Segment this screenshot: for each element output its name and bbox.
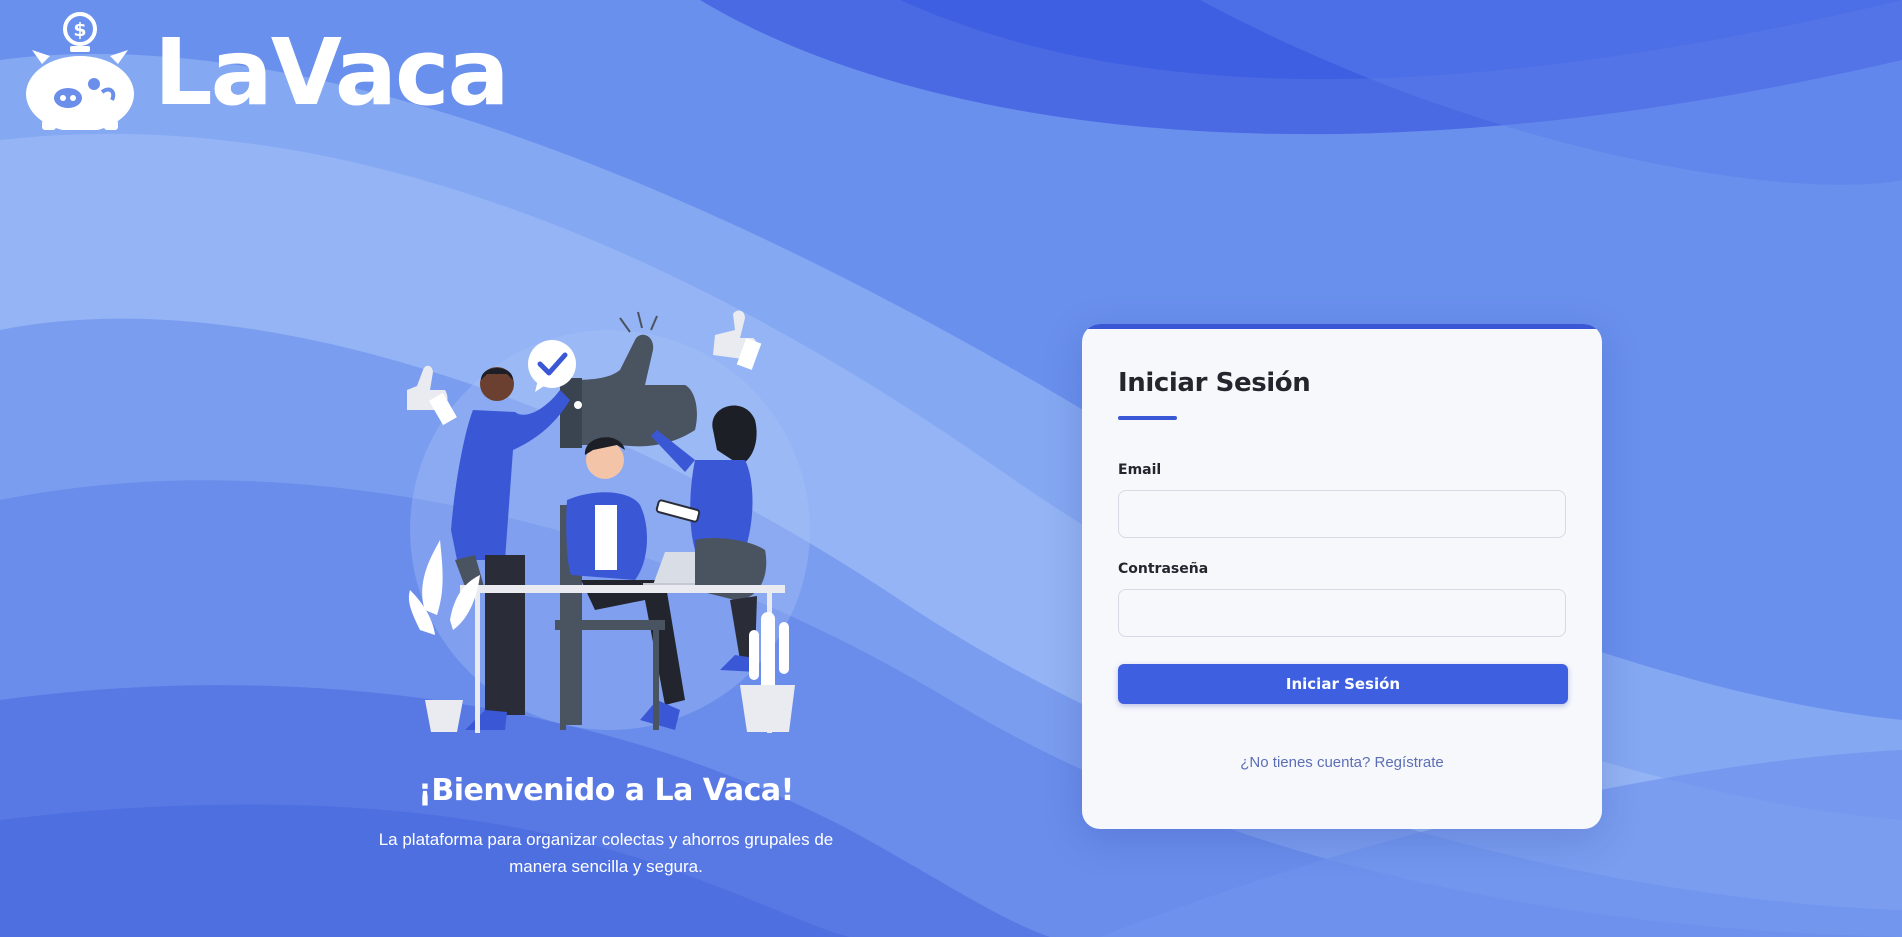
signup-link[interactable]: ¿No tienes cuenta? Regístrate [1082,754,1602,771]
password-label: Contraseña [1118,561,1209,577]
password-field[interactable] [1118,589,1566,637]
email-field[interactable] [1118,490,1566,538]
brand-name: LaVaca [154,19,510,126]
wavy-background [0,0,1902,937]
login-button[interactable]: Iniciar Sesión [1118,664,1568,704]
login-card: Iniciar Sesión Email Contraseña Iniciar … [1082,324,1602,829]
login-title: Iniciar Sesión [1118,368,1311,398]
welcome-subtitle: La plataforma para organizar colectas y … [378,830,834,876]
card-accent-bar [1082,324,1602,329]
title-underline [1118,416,1177,420]
team-illustration [407,310,810,733]
welcome-title: ¡Bienvenido a La Vaca! [418,773,794,808]
brand-header[interactable]: $ LaVaca [18,12,510,130]
svg-text:$: $ [73,19,86,41]
email-label: Email [1118,462,1162,478]
piggy-bank-dollar-icon: $ [26,12,134,130]
